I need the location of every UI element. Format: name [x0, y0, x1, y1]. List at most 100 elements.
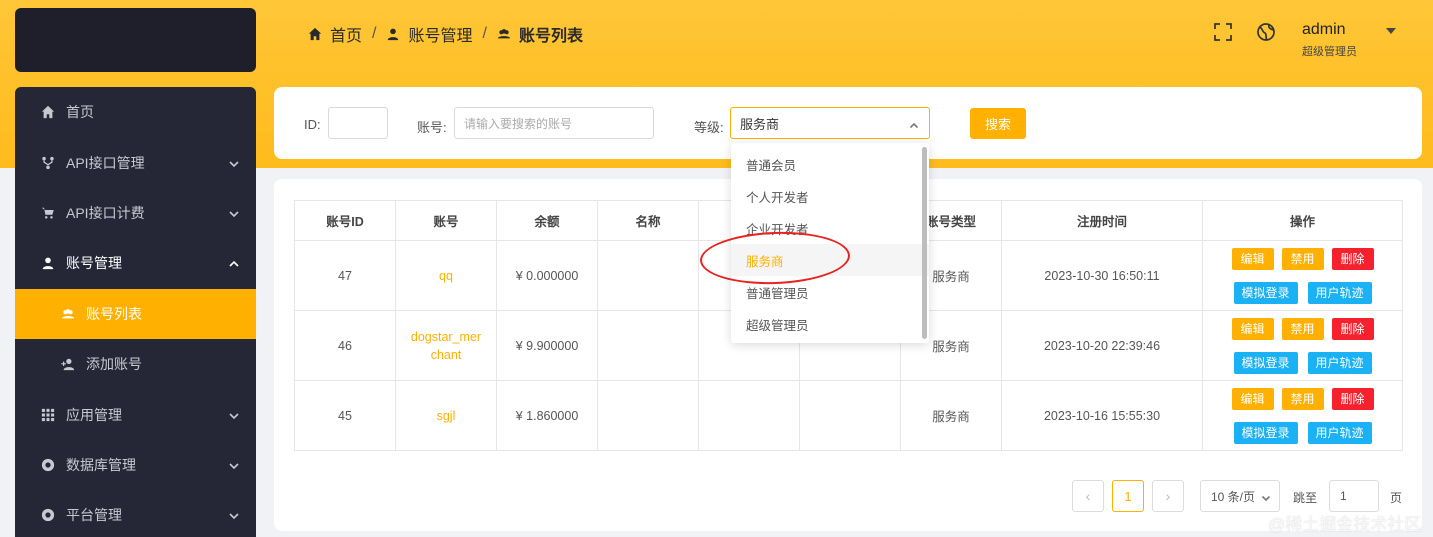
- id-input[interactable]: [328, 107, 388, 139]
- row-actions: 编辑 禁用 删除: [1203, 317, 1402, 340]
- sidebar-item-label: 首页: [66, 104, 94, 121]
- sidebar-item-label: 应用管理: [66, 406, 122, 423]
- cell-actions: 编辑 禁用 删除 模拟登录 用户轨迹: [1202, 310, 1403, 381]
- sidebar-item-account-manage[interactable]: 账号管理: [15, 238, 256, 288]
- cell-account[interactable]: qq: [395, 240, 497, 311]
- breadcrumb-home[interactable]: 首页: [308, 22, 362, 46]
- database-icon: [40, 457, 56, 473]
- breadcrumb-parent[interactable]: 账号管理: [386, 22, 472, 46]
- breadcrumb-separator: /: [372, 25, 377, 42]
- breadcrumb-separator: /: [482, 25, 487, 42]
- cell-account[interactable]: sgjl: [395, 380, 497, 451]
- jump-page-input[interactable]: 1: [1329, 480, 1379, 512]
- sidebar-item-label: 平台管理: [66, 507, 122, 524]
- mock-login-button[interactable]: 模拟登录: [1233, 421, 1298, 444]
- breadcrumb-home-label: 首页: [330, 28, 363, 45]
- edit-button[interactable]: 编辑: [1231, 247, 1274, 270]
- chevron-down-icon: [1261, 492, 1271, 502]
- sidebar-item-platform-manage[interactable]: 平台管理: [15, 490, 256, 537]
- prev-page-button[interactable]: ‹: [1072, 480, 1104, 512]
- sidebar-item-app-manage[interactable]: 应用管理: [15, 389, 256, 439]
- chevron-down-icon: [228, 509, 240, 521]
- breadcrumb-current: 账号列表: [497, 22, 583, 46]
- user-icon: [388, 28, 399, 41]
- logo-area: [15, 8, 256, 72]
- chevron-down-icon: [228, 409, 240, 421]
- cell-balance: ¥ 1.860000: [496, 380, 598, 451]
- disable-button[interactable]: 禁用: [1281, 317, 1324, 340]
- mock-login-button[interactable]: 模拟登录: [1233, 281, 1298, 304]
- account-search-input[interactable]: 请输入要搜索的账号: [454, 107, 654, 139]
- cell-time: 2023-10-20 22:39:46: [1001, 310, 1203, 381]
- jump-page-value: 1: [1340, 489, 1347, 503]
- delete-button[interactable]: 删除: [1331, 247, 1374, 270]
- edit-button[interactable]: 编辑: [1231, 387, 1274, 410]
- level-label: 等级:: [694, 120, 724, 135]
- edit-button[interactable]: 编辑: [1231, 317, 1274, 340]
- users-icon: [60, 306, 76, 322]
- level-option[interactable]: 普通会员: [731, 148, 929, 180]
- user-menu[interactable]: admin 超级管理员: [1302, 21, 1357, 59]
- cell-id: 47: [294, 240, 396, 311]
- row-actions-secondary: 模拟登录 用户轨迹: [1203, 281, 1402, 304]
- search-button[interactable]: 搜索: [970, 108, 1026, 139]
- sidebar-item-account-list[interactable]: 账号列表: [15, 288, 256, 339]
- cell-name: [597, 240, 699, 311]
- account-label: 账号:: [417, 120, 447, 135]
- caret-down-icon[interactable]: [1386, 28, 1396, 34]
- cell-type: 服务商: [900, 380, 1002, 451]
- chevron-down-icon: [228, 459, 240, 471]
- fullscreen-icon[interactable]: [1213, 22, 1233, 42]
- column-header: 注册时间: [1001, 200, 1203, 241]
- cell-actions: 编辑 禁用 删除 模拟登录 用户轨迹: [1202, 240, 1403, 311]
- column-header: 操作: [1202, 200, 1403, 241]
- cell-account[interactable]: dogstar_merchant: [395, 310, 497, 381]
- user-trace-button[interactable]: 用户轨迹: [1307, 281, 1372, 304]
- dropdown-scrollbar[interactable]: [922, 147, 927, 339]
- sidebar-item-label: API接口计费: [66, 204, 145, 221]
- delete-button[interactable]: 删除: [1331, 317, 1374, 340]
- chevron-up-icon: [909, 119, 919, 129]
- cell-id: 46: [294, 310, 396, 381]
- disable-button[interactable]: 禁用: [1281, 247, 1324, 270]
- user-name: admin: [1302, 21, 1346, 38]
- table-row: 45 sgjl ¥ 1.860000 服务商 2023-10-16 15:55:…: [294, 380, 1403, 451]
- level-select[interactable]: 服务商: [730, 107, 930, 139]
- row-actions: 编辑 禁用 删除: [1203, 387, 1402, 410]
- breadcrumb: 首页 / 账号管理 / 账号列表: [308, 22, 583, 46]
- row-actions-secondary: 模拟登录 用户轨迹: [1203, 351, 1402, 374]
- column-header: 账号ID: [294, 200, 396, 241]
- cell-id: 45: [294, 380, 396, 451]
- sidebar-item-label: 数据库管理: [66, 456, 136, 473]
- level-option[interactable]: 个人开发者: [731, 180, 929, 212]
- add-user-icon: [60, 356, 76, 372]
- sidebar-item-label: 账号管理: [66, 255, 122, 272]
- page-size-select[interactable]: 10 条/页: [1200, 480, 1280, 512]
- page-1-button[interactable]: 1: [1112, 480, 1144, 512]
- sidebar-item-api-billing[interactable]: API接口计费: [15, 188, 256, 238]
- chevron-down-icon: [228, 157, 240, 169]
- level-option[interactable]: 超级管理员: [731, 308, 929, 340]
- page-suffix: 页: [1390, 491, 1403, 505]
- sidebar-item-home[interactable]: 首页: [15, 87, 256, 137]
- cell-time: 2023-10-30 16:50:11: [1001, 240, 1203, 311]
- disable-button[interactable]: 禁用: [1281, 387, 1324, 410]
- next-page-button[interactable]: ›: [1152, 480, 1184, 512]
- delete-button[interactable]: 删除: [1331, 387, 1374, 410]
- column-header: 余额: [496, 200, 598, 241]
- cell-col5: [698, 380, 800, 451]
- user-trace-button[interactable]: 用户轨迹: [1307, 351, 1372, 374]
- cell-name: [597, 380, 699, 451]
- watermark: @稀土掘金技术社区: [1268, 515, 1422, 534]
- sidebar-item-add-account[interactable]: 添加账号: [15, 339, 256, 389]
- sidebar-item-label: 账号列表: [86, 305, 142, 322]
- column-header: 账号: [395, 200, 497, 241]
- sidebar-item-database-manage[interactable]: 数据库管理: [15, 440, 256, 490]
- row-actions-secondary: 模拟登录 用户轨迹: [1203, 421, 1402, 444]
- globe-icon[interactable]: [1256, 22, 1276, 42]
- user-trace-button[interactable]: 用户轨迹: [1307, 421, 1372, 444]
- api-icon: [40, 155, 56, 171]
- mock-login-button[interactable]: 模拟登录: [1233, 351, 1298, 374]
- cell-time: 2023-10-16 15:55:30: [1001, 380, 1203, 451]
- sidebar-item-api-manage[interactable]: API接口管理: [15, 137, 256, 187]
